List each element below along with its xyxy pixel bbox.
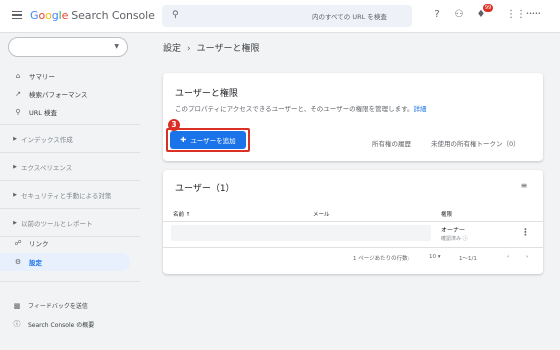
step-number-badge: 3: [168, 119, 180, 131]
permission-value: オーナー: [441, 227, 466, 234]
top-app-bar: Google Search Console ⚲ 内のすべての URL を検査 ? …: [0, 0, 560, 33]
search-placeholder: 内のすべての URL を検査: [312, 13, 387, 21]
breadcrumb-parent[interactable]: 設定: [163, 44, 181, 54]
prev-page-icon[interactable]: ‹: [507, 254, 509, 260]
home-icon: ⌂: [15, 72, 21, 80]
column-header-permission: 権限: [441, 212, 453, 218]
chevron-right-icon: ▶: [13, 136, 17, 142]
permissions-description: このプロパティにアクセスできるユーザーと、そのユーザーの権限を管理します。詳細: [175, 105, 427, 113]
row-divider: [163, 247, 543, 248]
notification-badge: 99: [483, 4, 493, 12]
divider: [0, 180, 140, 181]
hamburger-menu-icon[interactable]: [12, 11, 22, 20]
account-avatar[interactable]: •••••: [526, 11, 541, 17]
search-icon: ⚲: [172, 10, 179, 20]
apps-grid-icon[interactable]: ⋮⋮: [506, 8, 526, 22]
sidebar-item-legacy-tools[interactable]: ▶ 以前のツールとレポート: [0, 214, 130, 232]
page-title: ユーザーと権限: [196, 44, 260, 54]
chevron-right-icon: ▶: [13, 164, 17, 170]
about-link[interactable]: ⓘ Search Console の概要: [12, 319, 95, 329]
redacted-user-info: [171, 225, 431, 241]
chevron-right-icon: ▶: [13, 192, 17, 198]
link-icon: ☍: [14, 239, 22, 247]
gear-icon: ⚙: [14, 258, 22, 266]
next-page-icon[interactable]: ›: [526, 254, 528, 260]
chevron-right-icon: ▶: [13, 220, 17, 226]
ownership-history-button[interactable]: 所有権の履歴: [372, 138, 411, 148]
sidebar-item-summary[interactable]: ⌂ サマリー: [0, 67, 130, 85]
divider: [0, 281, 140, 282]
page-range: 1〜1/1: [459, 256, 477, 262]
divider: [0, 124, 140, 125]
chevron-down-icon: ▼: [114, 43, 119, 50]
add-person-icon: ✚: [180, 136, 187, 144]
sidebar: ▼ ⌂ サマリー ↗ 検索パフォーマンス ⚲ URL 検査 ▶ インデックス作成 ▶ エク…: [0, 33, 140, 350]
row-divider: [163, 221, 543, 222]
rows-per-page-label: 1 ページあたりの行数:: [353, 256, 410, 262]
product-name: Search Console: [71, 9, 155, 22]
search-icon: ⚲: [15, 108, 21, 116]
breadcrumb-separator: ›: [187, 44, 191, 54]
add-user-button[interactable]: ✚ ユーザーを追加: [170, 131, 246, 149]
sidebar-item-experience[interactable]: ▶ エクスペリエンス: [0, 158, 130, 176]
sidebar-item-links[interactable]: ☍ リンク: [0, 234, 130, 252]
breadcrumb: 設定 › ユーザーと権限: [163, 41, 259, 54]
people-icon[interactable]: ⚇: [452, 8, 466, 22]
property-selector[interactable]: ▼: [8, 37, 128, 57]
permissions-title: ユーザーと権限: [175, 89, 238, 99]
verified-status: 確認済み ⓘ: [441, 236, 468, 242]
url-inspect-search[interactable]: ⚲ 内のすべての URL を検査: [162, 5, 412, 27]
feedback-link[interactable]: ▩ フィードバックを送信: [12, 301, 88, 311]
divider: [0, 208, 140, 209]
sidebar-item-settings[interactable]: ⚙ 設定: [0, 253, 130, 271]
product-logo[interactable]: Google Search Console: [30, 9, 155, 22]
feedback-icon: ▩: [13, 301, 21, 310]
filter-icon[interactable]: ≡: [519, 181, 529, 190]
sidebar-item-url-inspection[interactable]: ⚲ URL 検査: [0, 103, 130, 121]
sidebar-item-performance[interactable]: ↗ 検索パフォーマンス: [0, 85, 130, 103]
column-header-email: メール: [313, 212, 330, 218]
help-icon[interactable]: ?: [430, 8, 444, 22]
divider: [0, 152, 140, 153]
column-header-name[interactable]: 名前 ↑: [173, 210, 190, 218]
users-card: ユーザー（1） ≡ 名前 ↑ メール 権限 オーナー 確認済み ⓘ ⋮ 1 ペー…: [163, 170, 543, 274]
details-link[interactable]: 詳細: [414, 105, 427, 113]
sidebar-item-security[interactable]: ▶ セキュリティと手動による対策: [0, 186, 130, 204]
users-title: ユーザー（1）: [175, 184, 235, 194]
trend-icon: ↗: [15, 90, 21, 98]
unused-tokens-button[interactable]: 未使用の所有権トークン（0）: [431, 138, 520, 148]
info-icon: ⓘ: [13, 320, 21, 328]
more-vert-icon[interactable]: ⋮: [521, 228, 530, 238]
caret-down-icon: ▾: [437, 254, 441, 260]
rows-per-page-select[interactable]: 10 ▾: [429, 254, 441, 260]
sidebar-item-indexing[interactable]: ▶ インデックス作成: [0, 130, 130, 148]
